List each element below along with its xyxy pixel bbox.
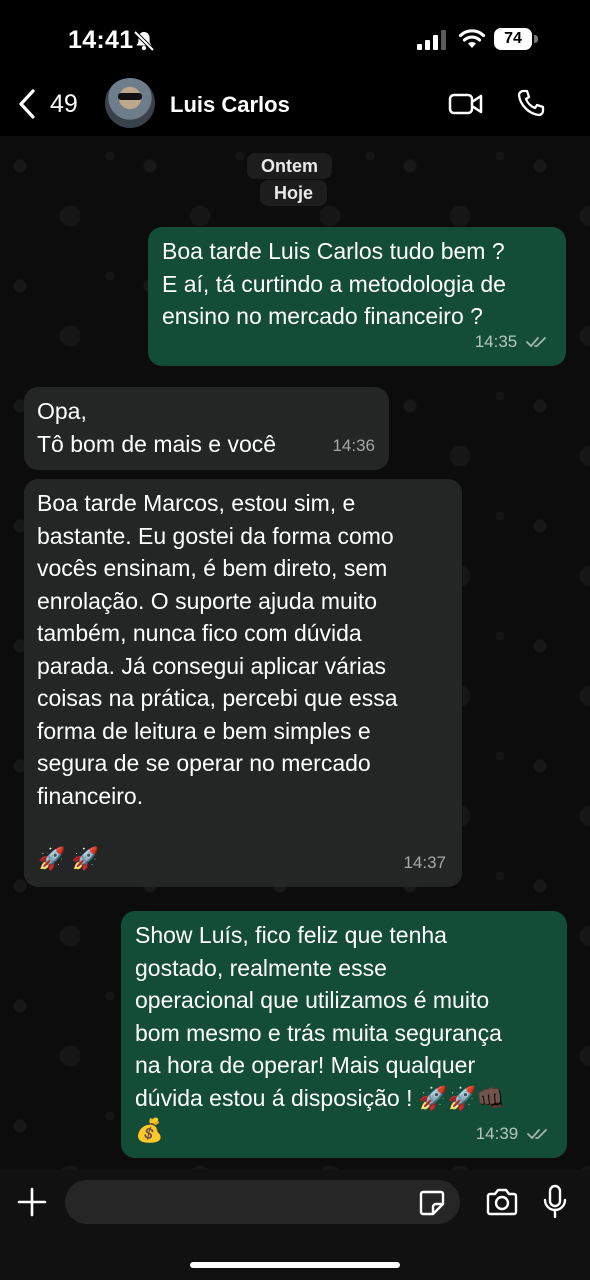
status-time: 14:41 xyxy=(68,26,134,54)
status-bar: 14:41 74 xyxy=(0,0,590,80)
chat-header: 49 Luis Carlos xyxy=(0,78,590,136)
message-meta: 14:35 xyxy=(475,326,550,359)
message-time: 14:39 xyxy=(475,1123,519,1143)
message-input[interactable] xyxy=(65,1180,460,1224)
message-bubble-outgoing[interactable]: Boa tarde Luis Carlos tudo bem ? E aí, t… xyxy=(148,227,566,366)
wifi-icon xyxy=(458,29,486,48)
chevron-left-icon[interactable] xyxy=(14,86,42,122)
battery-icon: 74 xyxy=(494,28,540,52)
plus-icon[interactable] xyxy=(16,1186,48,1218)
input-bar xyxy=(0,1170,590,1280)
chat-area[interactable]: Ontem Hoje Boa tarde Luis Carlos tudo be… xyxy=(0,136,590,1170)
date-label: Hoje xyxy=(260,180,328,206)
contact-name[interactable]: Luis Carlos xyxy=(170,92,290,118)
message-bubble-incoming[interactable]: Opa, Tô bom de mais e você 14:36 xyxy=(24,387,389,470)
double-check-icon xyxy=(526,337,546,348)
message-bubble-incoming[interactable]: Boa tarde Marcos, estou sim, e bastante.… xyxy=(24,479,462,887)
message-meta: 14:39 xyxy=(476,1118,551,1151)
message-emoji: 🚀 🚀 xyxy=(38,845,99,871)
camera-icon[interactable] xyxy=(485,1188,519,1216)
double-check-icon xyxy=(527,1129,547,1140)
message-text: Boa tarde Luis Carlos tudo bem ? E aí, t… xyxy=(162,238,506,329)
home-indicator xyxy=(190,1262,400,1268)
message-text: Boa tarde Marcos, estou sim, e bastante.… xyxy=(37,490,398,809)
unread-count[interactable]: 49 xyxy=(50,90,78,119)
message-time: 14:36 xyxy=(332,435,375,455)
battery-level: 74 xyxy=(504,30,522,47)
video-icon[interactable] xyxy=(448,90,484,118)
mic-icon[interactable] xyxy=(542,1184,568,1220)
message-time: 14:35 xyxy=(474,331,518,351)
bell-slash-icon xyxy=(133,30,155,52)
phone-icon[interactable] xyxy=(516,88,546,118)
message-time: 14:37 xyxy=(403,852,446,872)
message-bubble-outgoing[interactable]: Show Luís, fico feliz que tenha gostado,… xyxy=(121,911,567,1158)
message-text: Opa, Tô bom de mais e você xyxy=(37,398,277,457)
sticker-icon[interactable] xyxy=(418,1189,446,1217)
message-text: Show Luís, fico feliz que tenha gostado,… xyxy=(135,922,505,1143)
signal-icon xyxy=(417,30,446,50)
avatar[interactable] xyxy=(105,78,155,128)
date-label: Ontem xyxy=(247,153,333,179)
message-meta: 14:36 xyxy=(332,430,375,463)
message-meta: 14:37 xyxy=(403,847,446,880)
